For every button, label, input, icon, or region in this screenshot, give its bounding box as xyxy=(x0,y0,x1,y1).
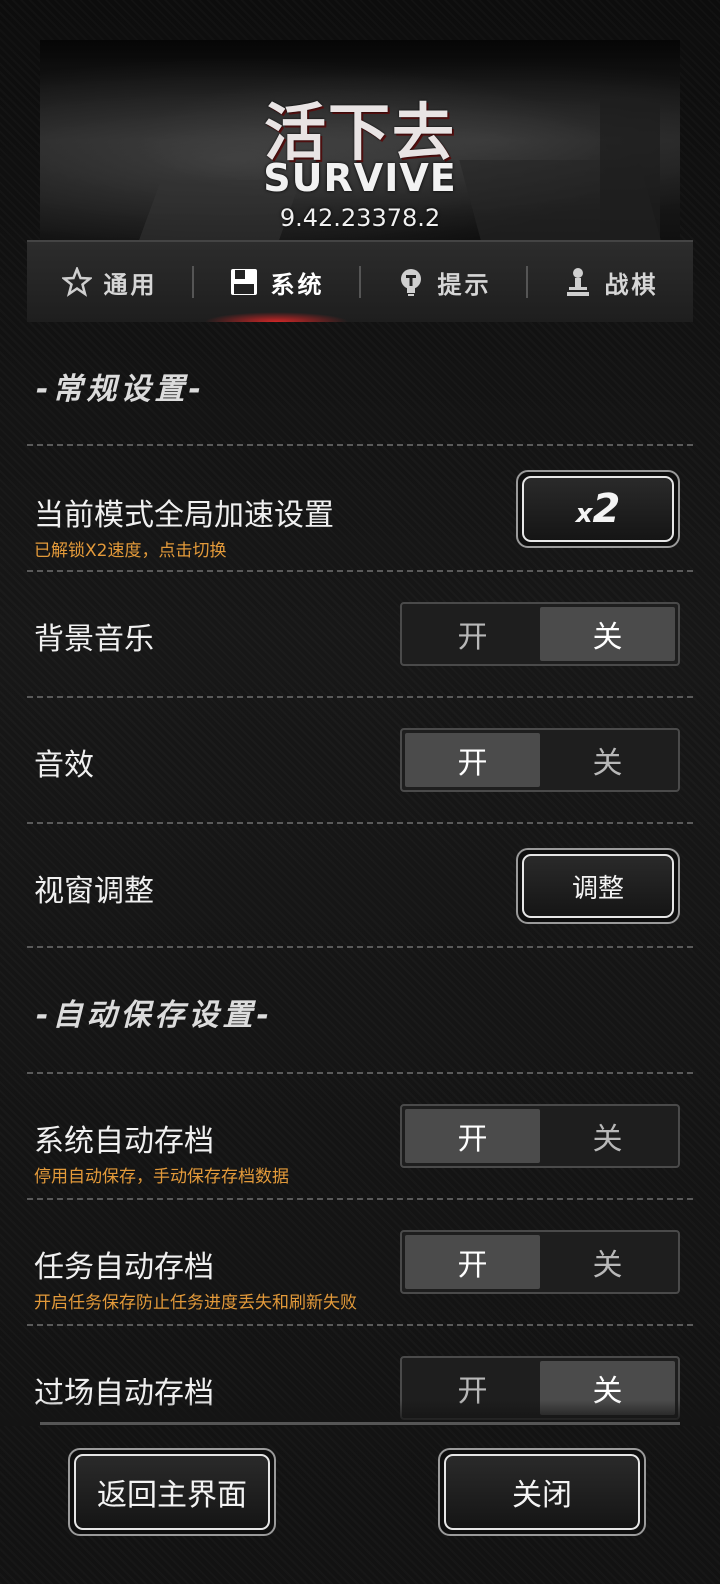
scroll-area-bottom-edge xyxy=(40,1422,680,1425)
back-to-main-button[interactable]: 返回主界面 xyxy=(68,1448,276,1536)
settings-tab-bar: 通用 系统 提示 战棋 xyxy=(27,240,693,322)
viewport-adjust-button[interactable]: 调整 xyxy=(516,848,680,924)
task-autosave-toggle: 开 关 xyxy=(400,1230,680,1294)
speed-multiplier-value: x2 xyxy=(575,486,621,532)
sfx-on-option[interactable]: 开 xyxy=(405,733,540,787)
bgm-label: 背景音乐 xyxy=(34,622,154,657)
speed-multiplier-button[interactable]: x2 xyxy=(516,470,680,548)
divider xyxy=(27,1324,693,1326)
bgm-off-option[interactable]: 关 xyxy=(540,607,675,661)
viewport-adjust-label: 调整 xyxy=(522,854,674,918)
task-autosave-label: 任务自动存档 xyxy=(34,1250,214,1285)
task-autosave-on-option[interactable]: 开 xyxy=(405,1235,540,1289)
tab-general-label: 通用 xyxy=(103,270,158,299)
system-autosave-on-option[interactable]: 开 xyxy=(405,1109,540,1163)
divider xyxy=(27,822,693,824)
task-autosave-hint: 开启任务保存防止任务进度丢失和刷新失败 xyxy=(34,1293,357,1313)
system-autosave-label: 系统自动存档 xyxy=(34,1124,214,1159)
tab-system-label: 系统 xyxy=(270,270,325,299)
system-autosave-off-option[interactable]: 关 xyxy=(540,1109,675,1163)
divider xyxy=(27,946,693,948)
section-title-general: -常规设置- xyxy=(36,372,205,407)
close-label: 关闭 xyxy=(444,1454,640,1530)
divider xyxy=(27,696,693,698)
divider xyxy=(27,570,693,572)
chess-pawn-icon xyxy=(563,267,593,297)
star-icon xyxy=(61,267,92,297)
tab-wargame[interactable]: 战棋 xyxy=(528,242,693,322)
divider xyxy=(27,444,693,446)
section-title-autosave: -自动保存设置- xyxy=(36,998,273,1033)
task-autosave-off-option[interactable]: 关 xyxy=(540,1235,675,1289)
divider xyxy=(27,1072,693,1074)
close-button[interactable]: 关闭 xyxy=(438,1448,646,1536)
tab-system[interactable]: 系统 xyxy=(194,242,359,322)
speed-setting-hint: 已解锁X2速度，点击切换 xyxy=(34,541,227,561)
speed-setting-label: 当前模式全局加速设置 xyxy=(34,498,334,533)
system-autosave-toggle: 开 关 xyxy=(400,1104,680,1168)
tab-hints-label: 提示 xyxy=(437,270,492,299)
divider xyxy=(27,1198,693,1200)
sfx-toggle: 开 关 xyxy=(400,728,680,792)
version-number: 9.42.23378.2 xyxy=(279,204,441,232)
tab-wargame-label: 战棋 xyxy=(604,270,659,299)
back-to-main-label: 返回主界面 xyxy=(74,1454,270,1530)
bgm-on-option[interactable]: 开 xyxy=(405,607,540,661)
floppy-disk-icon xyxy=(229,267,259,297)
tab-hints[interactable]: 提示 xyxy=(361,242,526,322)
tab-general[interactable]: 通用 xyxy=(27,242,192,322)
bgm-toggle: 开 关 xyxy=(400,602,680,666)
lightbulb-icon xyxy=(396,267,426,297)
sfx-off-option[interactable]: 关 xyxy=(540,733,675,787)
sfx-label: 音效 xyxy=(34,748,94,783)
system-autosave-hint: 停用自动保存，手动保存存档数据 xyxy=(34,1167,289,1187)
game-logo-subtitle: SURVIVE xyxy=(263,156,457,200)
header: 活下去 SURVIVE 9.42.23378.2 xyxy=(0,0,720,240)
viewport-label: 视窗调整 xyxy=(34,874,154,909)
